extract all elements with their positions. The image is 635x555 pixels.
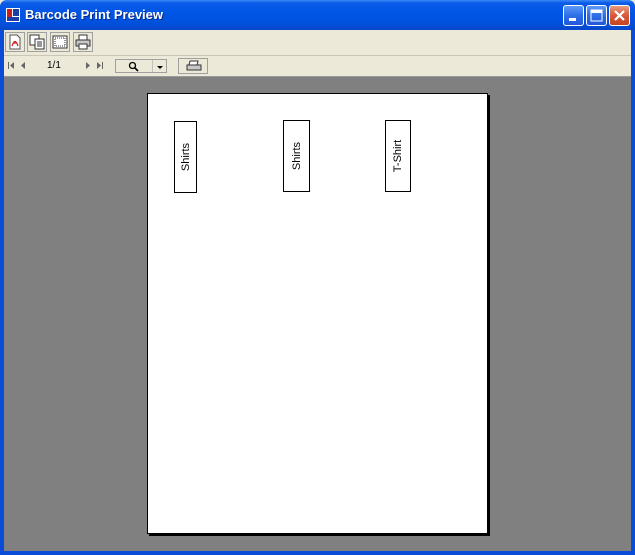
last-page-icon (97, 62, 103, 69)
label-text: Shirts (179, 142, 192, 172)
preview-area[interactable]: Shirts Shirts T-Shirt (4, 77, 631, 551)
copy-button[interactable] (27, 32, 47, 52)
barcode-label: T-Shirt (385, 120, 411, 192)
print-preview-window: Barcode Print Preview 1/1 Shirts Shirts … (0, 0, 635, 555)
next-page-icon (86, 62, 90, 69)
zoom-dropdown-arrow[interactable] (152, 60, 167, 72)
first-page-button[interactable] (6, 59, 18, 72)
label-text: Shirts (290, 141, 303, 171)
zoom-dropdown[interactable] (115, 59, 167, 73)
client-area: 1/1 Shirts Shirts T-Shirt (4, 30, 631, 551)
last-page-button[interactable] (94, 59, 106, 72)
barcode-label: Shirts (283, 120, 310, 192)
maximize-button[interactable] (586, 5, 607, 26)
previous-page-button[interactable] (18, 59, 30, 72)
main-toolbar (4, 30, 631, 56)
page-indicator: 1/1 (47, 60, 61, 71)
pdf-icon (9, 34, 21, 50)
next-page-button[interactable] (82, 59, 94, 72)
print-button[interactable] (73, 32, 93, 52)
barcode-label: Shirts (174, 121, 197, 193)
printer-icon (186, 60, 202, 71)
page-setup-icon (52, 35, 68, 49)
minimize-icon (569, 18, 576, 21)
export-pdf-button[interactable] (5, 32, 25, 52)
copy-icon (29, 34, 45, 50)
first-page-icon (8, 62, 14, 69)
page-setup-button[interactable] (50, 32, 70, 52)
window-title: Barcode Print Preview (25, 7, 163, 22)
previous-page-icon (21, 62, 25, 69)
close-icon (614, 10, 625, 21)
printer-icon (75, 34, 91, 50)
quick-print-button[interactable] (178, 58, 208, 74)
navigation-toolbar: 1/1 (4, 56, 631, 77)
preview-page: Shirts Shirts T-Shirt (147, 93, 488, 534)
magnifier-icon (128, 61, 139, 72)
title-bar[interactable]: Barcode Print Preview (0, 0, 635, 30)
chevron-down-icon (157, 66, 163, 69)
close-button[interactable] (609, 5, 630, 26)
minimize-button[interactable] (563, 5, 584, 26)
maximize-icon (590, 9, 603, 22)
app-icon (6, 8, 20, 22)
label-text: T-Shirt (392, 139, 404, 173)
